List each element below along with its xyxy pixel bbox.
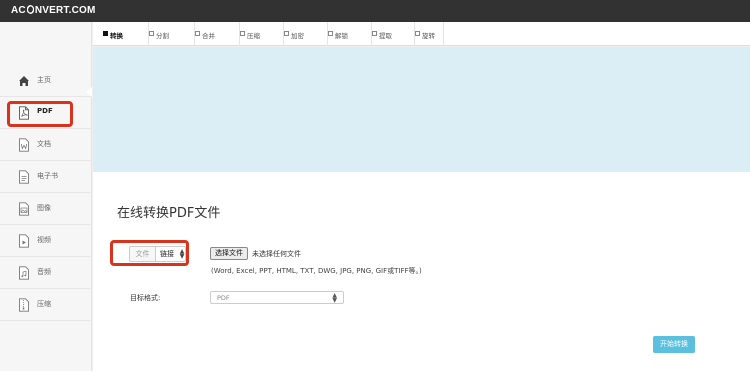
checkbox-icon — [284, 31, 289, 36]
sidebar-item-home[interactable]: 主页 — [0, 66, 92, 97]
choose-file-button[interactable]: 选择文件 — [210, 247, 248, 260]
highlight-box-pdf — [7, 101, 73, 127]
top-bar: AC NVERT.COM — [0, 0, 750, 22]
home-icon — [19, 76, 29, 86]
tab-split[interactable]: 分割 — [149, 22, 195, 46]
logo-o-icon — [26, 5, 34, 14]
checkbox-icon — [149, 31, 154, 36]
sidebar-item-label: 视频 — [37, 236, 51, 244]
sidebar: 主页 PDF 文档 电子书 图像 视频 音频 压缩 — [0, 22, 92, 371]
checkbox-icon — [415, 31, 420, 36]
start-convert-button[interactable]: 开始转换 — [653, 336, 695, 353]
banner-area — [93, 47, 750, 172]
checkbox-icon — [372, 31, 377, 36]
tab-encrypt[interactable]: 加密 — [284, 22, 328, 46]
active-pointer — [86, 87, 92, 97]
updown-arrows-icon: ▲ ▼ — [332, 292, 337, 304]
tab-convert[interactable]: 转换 — [103, 22, 149, 46]
audio-icon — [19, 266, 29, 280]
archive-icon — [19, 298, 29, 312]
tab-merge[interactable]: 合并 — [195, 22, 240, 46]
sidebar-item-label: 电子书 — [37, 172, 58, 180]
sidebar-item-image[interactable]: 图像 — [0, 194, 92, 225]
image-icon — [19, 202, 29, 216]
checkbox-icon — [240, 31, 245, 36]
tool-tabs: 转换 分割 合并 压缩 加密 解锁 提取 旋转 — [93, 22, 750, 46]
ebook-icon — [19, 170, 29, 184]
tab-extract[interactable]: 提取 — [372, 22, 415, 46]
sidebar-item-label: 音频 — [37, 268, 51, 276]
checkbox-icon — [103, 31, 108, 36]
checkbox-icon — [195, 31, 200, 36]
supported-formats-hint: (Word, Excel, PPT, HTML, TXT, DWG, JPG, … — [211, 267, 422, 275]
sidebar-item-ebook[interactable]: 电子书 — [0, 162, 92, 193]
target-format-select[interactable]: PDF ▲ ▼ — [210, 291, 344, 304]
video-icon — [19, 234, 29, 248]
checkbox-icon — [328, 31, 333, 36]
word-document-icon — [19, 138, 29, 152]
sidebar-item-label: 图像 — [37, 204, 51, 212]
tab-compress[interactable]: 压缩 — [240, 22, 284, 46]
tab-rotate[interactable]: 旋转 — [415, 22, 444, 46]
sidebar-item-label: 文档 — [37, 140, 51, 148]
target-format-value: PDF — [217, 294, 230, 302]
sidebar-item-documents[interactable]: 文档 — [0, 130, 92, 161]
no-file-text: 未选择任何文件 — [252, 250, 301, 258]
highlight-box-source-toggle — [110, 240, 189, 266]
sidebar-item-audio[interactable]: 音频 — [0, 258, 92, 289]
tab-unlock[interactable]: 解锁 — [328, 22, 372, 46]
sidebar-item-video[interactable]: 视频 — [0, 226, 92, 257]
sidebar-item-archive[interactable]: 压缩 — [0, 290, 92, 321]
sidebar-item-label: 主页 — [37, 76, 51, 84]
converter-panel: 在线转换PDF文件 文件 链接 ▲ ▼ 选择文件 未选择任何文件 (Word, E… — [93, 172, 750, 371]
page-title: 在线转换PDF文件 — [117, 206, 221, 221]
sidebar-item-label: 压缩 — [37, 300, 51, 308]
site-logo[interactable]: AC NVERT.COM — [11, 5, 96, 16]
target-format-label: 目标格式: — [130, 294, 161, 302]
